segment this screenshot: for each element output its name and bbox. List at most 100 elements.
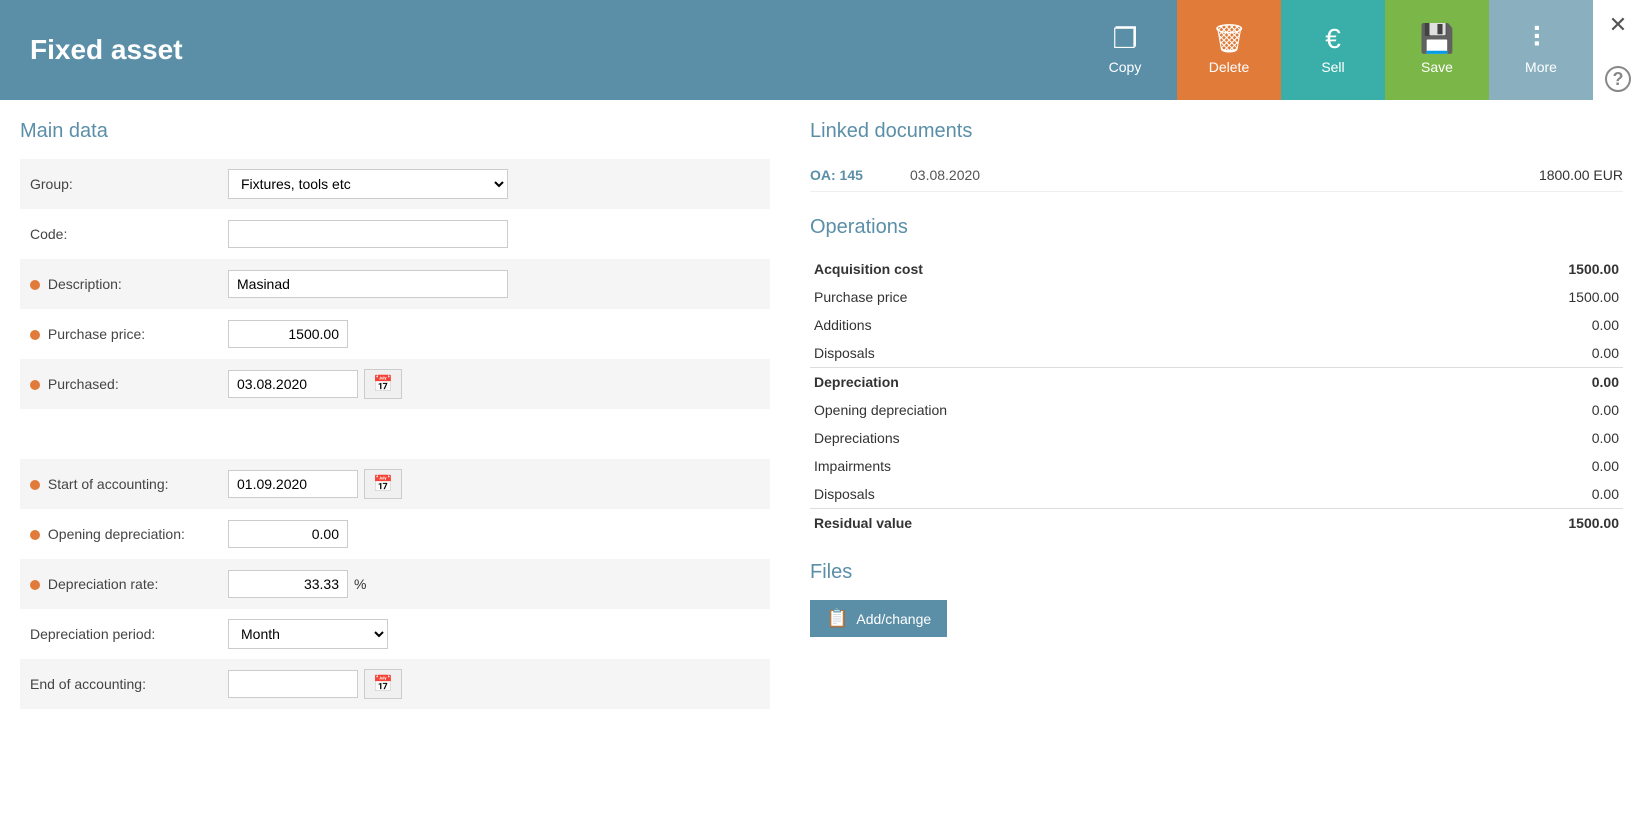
- add-change-button[interactable]: 📋 Add/change: [810, 600, 947, 637]
- main-layout: Main data Group: Fixtures, tools etc Mac…: [0, 100, 1643, 709]
- depreciation-period-field: Month Year Quarter: [220, 609, 770, 659]
- more-icon: ⠇: [1531, 25, 1552, 53]
- start-accounting-label: Start of accounting:: [20, 459, 220, 509]
- start-accounting-date-input[interactable]: [228, 470, 358, 498]
- depreciation-rate-input[interactable]: [228, 570, 348, 598]
- operations-row: Opening depreciation0.00: [810, 396, 1623, 424]
- operations-label: Depreciation: [810, 368, 1384, 397]
- operations-label: Opening depreciation: [810, 396, 1384, 424]
- end-accounting-calendar-button[interactable]: 📅: [364, 669, 402, 699]
- operations-label: Disposals: [810, 339, 1384, 368]
- description-label: Description:: [20, 259, 220, 309]
- sell-button[interactable]: € Sell: [1281, 0, 1385, 100]
- operations-row: Residual value1500.00: [810, 509, 1623, 538]
- operations-value: 0.00: [1384, 480, 1623, 509]
- operations-label: Acquisition cost: [810, 255, 1384, 283]
- purchased-date-field: 📅: [228, 369, 762, 399]
- operations-row: Depreciation0.00: [810, 368, 1623, 397]
- operations-title: Operations: [810, 216, 1623, 239]
- depreciation-period-row: Depreciation period: Month Year Quarter: [20, 609, 770, 659]
- operations-label: Impairments: [810, 452, 1384, 480]
- end-accounting-field: 📅: [220, 659, 770, 709]
- close-button[interactable]: ✕: [1593, 0, 1643, 50]
- more-button[interactable]: ⠇ More: [1489, 0, 1593, 100]
- page-title: Fixed asset: [0, 34, 1073, 66]
- purchased-calendar-button[interactable]: 📅: [364, 369, 402, 399]
- end-accounting-label: End of accounting:: [20, 659, 220, 709]
- code-row: Code:: [20, 209, 770, 259]
- opening-depreciation-input[interactable]: [228, 520, 348, 548]
- operations-row: Additions0.00: [810, 311, 1623, 339]
- opening-depreciation-row: Opening depreciation:: [20, 509, 770, 559]
- help-button[interactable]: ?: [1593, 50, 1643, 100]
- help-icon: ?: [1605, 66, 1631, 92]
- sell-icon: €: [1325, 25, 1341, 53]
- required-dot: [30, 280, 40, 290]
- delete-icon: 🗑: [1211, 25, 1247, 53]
- code-input[interactable]: [228, 220, 508, 248]
- required-dot2: [30, 330, 40, 340]
- description-field: [220, 259, 770, 309]
- files-title: Files: [810, 561, 1623, 584]
- rate-field-container: %: [228, 570, 762, 598]
- right-panel: Linked documents OA: 145 03.08.2020 1800…: [800, 120, 1623, 709]
- description-row: Description:: [20, 259, 770, 309]
- operations-value: 1500.00: [1384, 283, 1623, 311]
- operations-row: Purchase price1500.00: [810, 283, 1623, 311]
- operations-row: Acquisition cost1500.00: [810, 255, 1623, 283]
- start-accounting-date-field: 📅: [228, 469, 762, 499]
- group-row: Group: Fixtures, tools etc Machinery Bui…: [20, 159, 770, 209]
- copy-button[interactable]: ❐ Copy: [1073, 0, 1177, 100]
- delete-button[interactable]: 🗑 Delete: [1177, 0, 1281, 100]
- operations-value: 0.00: [1384, 396, 1623, 424]
- operations-row: Disposals0.00: [810, 480, 1623, 509]
- code-field: [220, 209, 770, 259]
- linked-doc-date: 03.08.2020: [910, 167, 1519, 183]
- required-dot4: [30, 480, 40, 490]
- purchased-date-input[interactable]: [228, 370, 358, 398]
- start-accounting-calendar-button[interactable]: 📅: [364, 469, 402, 499]
- linked-doc-row: OA: 145 03.08.2020 1800.00 EUR: [810, 159, 1623, 192]
- toolbar: ❐ Copy 🗑 Delete € Sell 💾 Save ⠇ More ✕ ?: [1073, 0, 1643, 100]
- operations-label: Residual value: [810, 509, 1384, 538]
- purchased-label: Purchased:: [20, 359, 220, 409]
- header-right-top: ✕: [1593, 0, 1643, 50]
- header-right-actions: ✕ ?: [1593, 0, 1643, 100]
- operations-value: 0.00: [1384, 339, 1623, 368]
- operations-value: 0.00: [1384, 424, 1623, 452]
- header: Fixed asset ❐ Copy 🗑 Delete € Sell 💾 Sav…: [0, 0, 1643, 100]
- operations-label: Purchase price: [810, 283, 1384, 311]
- save-button[interactable]: 💾 Save: [1385, 0, 1489, 100]
- operations-value: 1500.00: [1384, 509, 1623, 538]
- required-dot3: [30, 380, 40, 390]
- linked-doc-link[interactable]: OA: 145: [810, 167, 890, 183]
- depreciation-period-label: Depreciation period:: [20, 609, 220, 659]
- linked-docs-title: Linked documents: [810, 120, 1623, 143]
- operations-row: Depreciations0.00: [810, 424, 1623, 452]
- purchase-price-input[interactable]: [228, 320, 348, 348]
- purchased-row: Purchased: 📅: [20, 359, 770, 409]
- add-change-icon: 📋: [826, 608, 848, 629]
- purchase-price-label: Purchase price:: [20, 309, 220, 359]
- add-change-label: Add/change: [856, 611, 931, 627]
- group-label: Group:: [20, 159, 220, 209]
- operations-value: 0.00: [1384, 368, 1623, 397]
- depreciation-period-select[interactable]: Month Year Quarter: [228, 619, 388, 649]
- operations-value: 1500.00: [1384, 255, 1623, 283]
- code-label: Code:: [20, 209, 220, 259]
- end-accounting-row: End of accounting: 📅: [20, 659, 770, 709]
- save-icon: 💾: [1420, 25, 1455, 53]
- end-accounting-date-input[interactable]: [228, 670, 358, 698]
- description-input[interactable]: [228, 270, 508, 298]
- depreciation-rate-field: %: [220, 559, 770, 609]
- operations-row: Disposals0.00: [810, 339, 1623, 368]
- opening-depreciation-field: [220, 509, 770, 559]
- purchased-field: 📅: [220, 359, 770, 409]
- start-accounting-row: Start of accounting: 📅: [20, 459, 770, 509]
- group-select[interactable]: Fixtures, tools etc Machinery Buildings …: [228, 169, 508, 199]
- copy-icon: ❐: [1112, 25, 1137, 53]
- main-data-title: Main data: [20, 120, 770, 143]
- main-data-form: Group: Fixtures, tools etc Machinery Bui…: [20, 159, 770, 709]
- separator-row-1: [20, 409, 770, 459]
- depreciation-rate-row: Depreciation rate: %: [20, 559, 770, 609]
